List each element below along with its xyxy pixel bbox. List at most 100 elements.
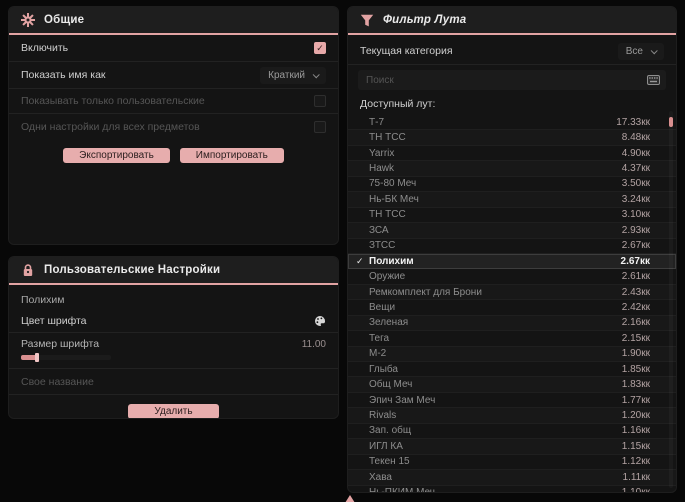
loot-list-item[interactable]: Т-7 17.33кк — [348, 115, 676, 131]
font-size-label: Размер шрифта — [21, 338, 100, 350]
loot-list-item[interactable]: ЗСА 2.93кк — [348, 223, 676, 239]
import-button[interactable]: Импортировать — [179, 148, 284, 163]
loot-item-name: Ремкомплект для Брони — [369, 286, 482, 298]
loot-list-item[interactable]: Зап. общ 1.16кк — [348, 424, 676, 440]
loot-item-name: Глыба — [369, 363, 398, 375]
general-panel-title: Общие — [44, 14, 85, 26]
loot-list-item[interactable]: Rivals 1.20кк — [348, 408, 676, 424]
loot-list-item[interactable]: ЗТСС 2.67кк — [348, 239, 676, 254]
loot-list-item[interactable]: Зеленая 2.16кк — [348, 316, 676, 332]
font-size-slider[interactable] — [21, 353, 111, 362]
loot-scrollbar[interactable] — [669, 111, 673, 488]
palette-icon[interactable] — [314, 315, 326, 327]
loot-item-value: 3.24кк — [621, 193, 650, 205]
loot-item-value: 2.15кк — [621, 332, 650, 344]
loot-list-item[interactable]: ТН ТСС 3.10кк — [348, 208, 676, 224]
keyboard-icon[interactable] — [647, 75, 660, 85]
loot-item-name: Зеленая — [369, 317, 409, 329]
loot-item-value: 2.67кк — [620, 255, 650, 267]
loot-list-item[interactable]: ИГЛ КА 1.15кк — [348, 439, 676, 455]
category-label: Текущая категория — [360, 45, 453, 57]
loot-list-item[interactable]: Нь-ПКИМ Меч 1.10кк — [348, 486, 676, 493]
display-name-dropdown[interactable]: Краткий — [260, 66, 326, 84]
display-name-label: Показать имя как — [21, 69, 106, 81]
shared-settings-checkbox[interactable] — [314, 120, 326, 133]
loot-item-name: Тега — [369, 332, 390, 344]
loot-item-name: ЗТСС — [369, 240, 396, 252]
loot-item-name: Эпич Зам Меч — [369, 394, 436, 406]
export-button[interactable]: Экспортировать — [63, 148, 170, 163]
available-loot-label: Доступный лут: — [360, 98, 436, 110]
category-value: Все — [625, 45, 643, 57]
loot-list-item[interactable]: Эпич Зам Меч 1.77кк — [348, 393, 676, 409]
loot-scrollbar-thumb[interactable] — [669, 117, 673, 127]
delete-button[interactable]: Удалить — [128, 404, 219, 418]
loot-item-value: 2.67кк — [621, 240, 650, 252]
loot-item-value: 3.50кк — [621, 178, 650, 190]
loot-item-name: Yarrix — [369, 147, 395, 159]
general-panel-header: Общие — [9, 7, 338, 35]
loot-item-name: Нь-ПКИМ Меч — [369, 487, 435, 493]
loot-item-value: 4.37кк — [621, 163, 650, 175]
loot-list-item[interactable]: Тега 2.15кк — [348, 331, 676, 347]
loot-list-item[interactable]: М-2 1.90кк — [348, 347, 676, 362]
loot-list-item[interactable]: Текен 15 1.12кк — [348, 455, 676, 471]
loot-item-value: 1.10кк — [621, 487, 650, 493]
loot-list-item[interactable]: Вещи 2.42кк — [348, 300, 676, 316]
slider-handle[interactable] — [35, 353, 39, 362]
loot-list: Т-7 17.33кк ТН ТСС 8.48кк Yarrix 4.90кк … — [348, 115, 676, 493]
loot-item-value: 2.42кк — [621, 301, 650, 313]
enable-checkbox[interactable]: ✓ — [314, 42, 326, 54]
loot-list-item[interactable]: Общ Меч 1.83кк — [348, 377, 676, 393]
enable-row: Включить ✓ — [9, 35, 338, 62]
loot-list-item[interactable]: 75-80 Меч 3.50кк — [348, 177, 676, 193]
chevron-down-icon — [312, 70, 320, 78]
shared-settings-label: Одни настройки для всех предметов — [21, 120, 200, 133]
font-color-label: Цвет шрифта — [21, 314, 87, 327]
loot-item-name: 75-80 Меч — [369, 178, 417, 190]
loot-item-name: Hawk — [369, 163, 395, 175]
loot-item-value: 1.15кк — [621, 440, 650, 452]
loot-list-item[interactable]: ✓ Полихим 2.67кк — [348, 253, 676, 270]
chevron-down-icon — [650, 46, 658, 54]
loot-item-name: Нь-БК Меч — [369, 193, 419, 205]
funnel-icon — [360, 14, 374, 27]
custom-name-input[interactable] — [21, 369, 326, 394]
loot-list-item[interactable]: Yarrix 4.90кк — [348, 146, 676, 162]
category-row: Текущая категория Все — [348, 38, 676, 65]
loot-item-name: Rivals — [369, 410, 397, 422]
loot-item-name: ЗСА — [369, 224, 389, 236]
loot-item-value: 3.10кк — [621, 209, 650, 221]
font-size-value: 11.00 — [301, 338, 326, 350]
user-settings-panel-header: Пользовательские Настройки — [9, 257, 338, 285]
loot-item-name: М-2 — [369, 348, 387, 360]
loot-list-item[interactable]: Hawk 4.37кк — [348, 161, 676, 177]
loot-item-value: 1.12кк — [621, 456, 650, 468]
loot-item-value: 17.33кк — [616, 116, 650, 128]
loot-filter-panel-title: Фильтр Лута — [383, 14, 467, 26]
loot-item-name: Текен 15 — [369, 456, 410, 468]
search-box — [358, 70, 666, 90]
loot-item-value: 1.83кк — [621, 379, 650, 391]
loot-item-name: Оружие — [369, 271, 406, 283]
loot-list-item[interactable]: Хава 1.11кк — [348, 470, 676, 486]
loot-item-name: ТН ТСС — [369, 209, 406, 221]
gear-icon — [21, 13, 35, 27]
loot-list-item[interactable]: Ремкомплект для Брони 2.43кк — [348, 285, 676, 301]
general-panel: Общие Включить ✓ Показать имя как Кратки… — [8, 6, 339, 245]
search-input[interactable] — [366, 74, 647, 86]
loot-list-item[interactable]: Нь-БК Меч 3.24кк — [348, 192, 676, 208]
loot-item-name: Хава — [369, 471, 392, 483]
loot-filter-panel: Фильтр Лута Текущая категория Все Доступ… — [347, 6, 677, 493]
only-custom-label: Показывать только пользовательские — [21, 95, 205, 107]
loot-item-value: 8.48кк — [621, 132, 650, 144]
loot-list-item[interactable]: Оружие 2.61кк — [348, 269, 676, 285]
loot-item-value: 1.85кк — [621, 363, 650, 375]
loot-list-item[interactable]: ТН ТСС 8.48кк — [348, 130, 676, 146]
export-import-row: Экспортировать Импортировать — [9, 148, 338, 163]
loot-item-value: 4.90кк — [621, 147, 650, 159]
only-custom-checkbox[interactable] — [314, 95, 326, 107]
only-custom-row: Показывать только пользовательские — [9, 89, 338, 114]
loot-list-item[interactable]: Глыба 1.85кк — [348, 362, 676, 378]
category-dropdown[interactable]: Все — [617, 42, 664, 60]
